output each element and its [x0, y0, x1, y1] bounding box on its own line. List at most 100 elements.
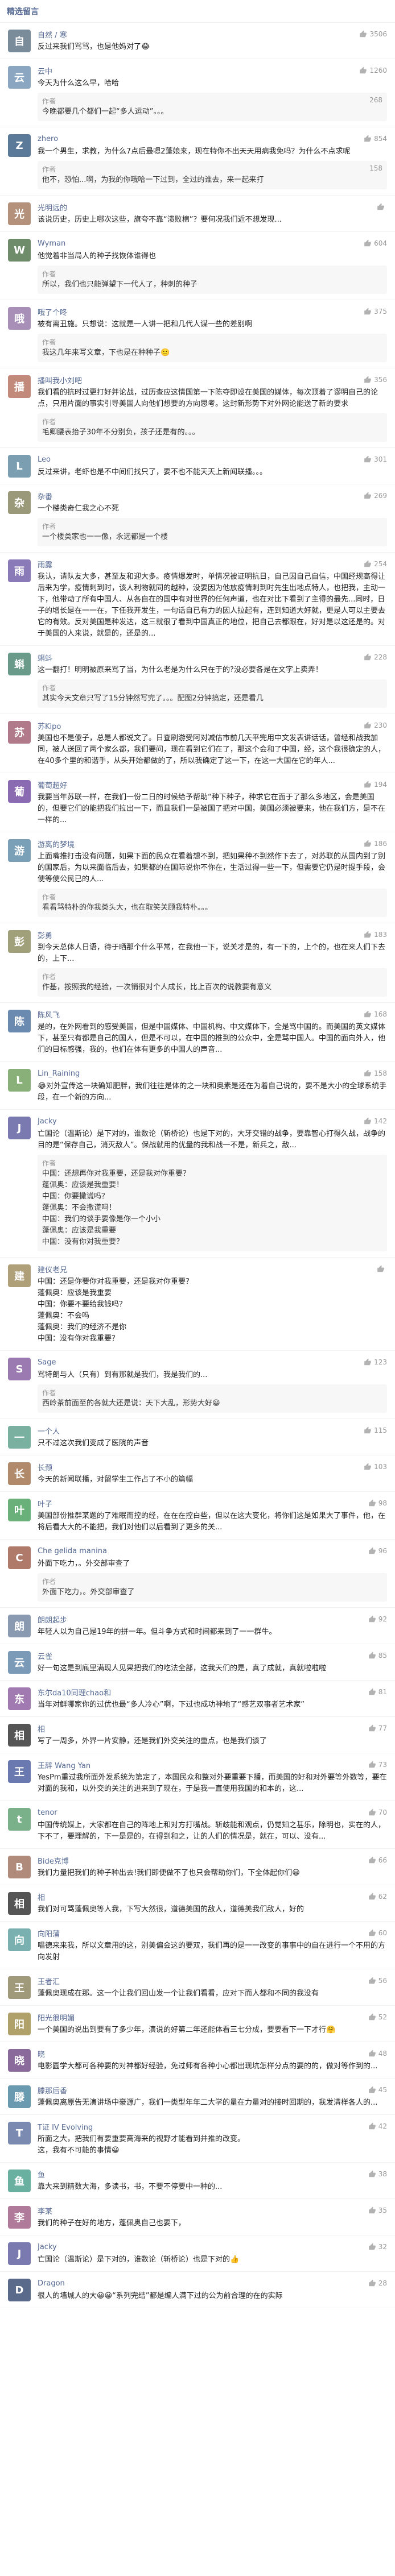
avatar[interactable]: 晓	[8, 2049, 31, 2072]
like-button[interactable]: 52	[368, 2013, 387, 2021]
commenter-name[interactable]: Che gelida manina	[38, 1547, 107, 1555]
avatar[interactable]: 播	[8, 375, 31, 398]
like-button[interactable]: 254	[364, 560, 387, 568]
avatar[interactable]: L	[8, 1069, 31, 1092]
like-button[interactable]: 45	[368, 2086, 387, 2094]
avatar[interactable]: 阳	[8, 2013, 31, 2035]
like-button[interactable]: 301	[364, 455, 387, 463]
avatar[interactable]: L	[8, 455, 31, 478]
avatar[interactable]: 自	[8, 30, 31, 52]
like-button[interactable]: 375	[364, 308, 387, 316]
commenter-name[interactable]: Jacky	[38, 1117, 57, 1126]
like-button[interactable]: 3506	[359, 30, 387, 38]
like-button[interactable]: 168	[364, 1010, 387, 1018]
commenter-name[interactable]: T证 IV Evolving	[38, 2121, 93, 2132]
like-button[interactable]: 62	[368, 1893, 387, 1901]
avatar[interactable]: S	[8, 1358, 31, 1380]
avatar[interactable]: 向	[8, 1928, 31, 1951]
like-button[interactable]: 186	[364, 840, 387, 848]
commenter-name[interactable]: Lin_Raining	[38, 1069, 80, 1078]
avatar[interactable]: 王	[8, 1760, 31, 1783]
avatar[interactable]: 建	[8, 1264, 31, 1287]
like-button[interactable]: 42	[368, 2122, 387, 2130]
commenter-name[interactable]: 李某	[38, 2205, 52, 2216]
like-button[interactable]	[377, 203, 387, 211]
commenter-name[interactable]: 云中	[38, 65, 52, 76]
commenter-name[interactable]: 苏Kipo	[38, 720, 61, 731]
avatar[interactable]: Z	[8, 134, 31, 157]
commenter-name[interactable]: zhero	[38, 135, 58, 143]
avatar[interactable]: 葡	[8, 780, 31, 803]
commenter-name[interactable]: Wyman	[38, 239, 65, 248]
avatar[interactable]: 东	[8, 1687, 31, 1710]
avatar[interactable]: 相	[8, 1892, 31, 1915]
avatar[interactable]: B	[8, 1856, 31, 1878]
commenter-name[interactable]: Jacky	[38, 2243, 57, 2251]
like-button[interactable]: 230	[364, 721, 387, 729]
commenter-name[interactable]: 哦了个咚	[38, 306, 67, 317]
commenter-name[interactable]: 葡萄超好	[38, 779, 67, 790]
avatar[interactable]: J	[8, 1117, 31, 1139]
like-button[interactable]: 32	[368, 2243, 387, 2251]
like-button[interactable]: 854	[364, 135, 387, 143]
like-button[interactable]: 142	[364, 1117, 387, 1125]
avatar[interactable]: W	[8, 239, 31, 262]
commenter-name[interactable]: 一个人	[38, 1425, 60, 1436]
commenter-name[interactable]: 鱼	[38, 2169, 45, 2180]
avatar[interactable]: 长	[8, 1462, 31, 1485]
avatar[interactable]: 游	[8, 839, 31, 862]
commenter-name[interactable]: 东尔da10同理chao和	[38, 1687, 111, 1698]
avatar[interactable]: 云	[8, 1651, 31, 1674]
like-button[interactable]: 228	[364, 653, 387, 661]
like-button[interactable]: 158	[364, 1069, 387, 1077]
like-button[interactable]: 123	[364, 1358, 387, 1366]
avatar[interactable]: 一	[8, 1426, 31, 1449]
commenter-name[interactable]: 朗朗起步	[38, 1614, 67, 1625]
like-button[interactable]: 194	[364, 781, 387, 789]
avatar[interactable]: 鱼	[8, 2170, 31, 2192]
commenter-name[interactable]: Dragon	[38, 2279, 65, 2288]
like-button[interactable]: 38	[368, 2170, 387, 2178]
like-button[interactable]: 60	[368, 1929, 387, 1937]
like-button[interactable]: 56	[368, 1977, 387, 1985]
commenter-name[interactable]: 蝌蚪	[38, 652, 52, 663]
avatar[interactable]: C	[8, 1546, 31, 1569]
avatar[interactable]: 王	[8, 1976, 31, 1999]
avatar[interactable]: 云	[8, 66, 31, 89]
commenter-name[interactable]: 光明远的	[38, 202, 67, 213]
commenter-name[interactable]: 自然 / 寒	[38, 29, 67, 40]
avatar[interactable]: 光	[8, 202, 31, 225]
like-button[interactable]: 81	[368, 1688, 387, 1696]
commenter-name[interactable]: 建仪老兄	[38, 1264, 67, 1275]
like-button[interactable]: 96	[368, 1547, 387, 1555]
like-button[interactable]: 66	[368, 1856, 387, 1864]
commenter-name[interactable]: Sage	[38, 1358, 56, 1367]
avatar[interactable]: t	[8, 1808, 31, 1831]
like-button[interactable]: 73	[368, 1761, 387, 1769]
avatar[interactable]: 李	[8, 2206, 31, 2229]
commenter-name[interactable]: 滕那后香	[38, 2085, 67, 2096]
commenter-name[interactable]: 阳光很明媚	[38, 2012, 75, 2023]
like-button[interactable]: 269	[364, 492, 387, 500]
avatar[interactable]: 滕	[8, 2085, 31, 2108]
commenter-name[interactable]: 游离的梦境	[38, 839, 75, 849]
avatar[interactable]: 陈	[8, 1010, 31, 1032]
commenter-name[interactable]: 杂番	[38, 491, 52, 501]
avatar[interactable]: J	[8, 2242, 31, 2265]
avatar[interactable]: 相	[8, 1724, 31, 1747]
avatar[interactable]: 哦	[8, 307, 31, 330]
avatar[interactable]: 杂	[8, 491, 31, 514]
avatar[interactable]: 朗	[8, 1615, 31, 1637]
like-button[interactable]: 35	[368, 2206, 387, 2214]
commenter-name[interactable]: 晓	[38, 2048, 45, 2059]
commenter-name[interactable]: 相	[38, 1891, 45, 1902]
like-button[interactable]: 356	[364, 376, 387, 384]
like-button[interactable]: 77	[368, 1724, 387, 1732]
commenter-name[interactable]: 陈风飞	[38, 1009, 60, 1020]
commenter-name[interactable]: 云雀	[38, 1650, 52, 1661]
commenter-name[interactable]: tenor	[38, 1808, 57, 1817]
avatar[interactable]: 蝌	[8, 653, 31, 675]
commenter-name[interactable]: 向阳蒲	[38, 1928, 60, 1939]
commenter-name[interactable]: 相	[38, 1723, 45, 1734]
like-button[interactable]: 70	[368, 1808, 387, 1816]
